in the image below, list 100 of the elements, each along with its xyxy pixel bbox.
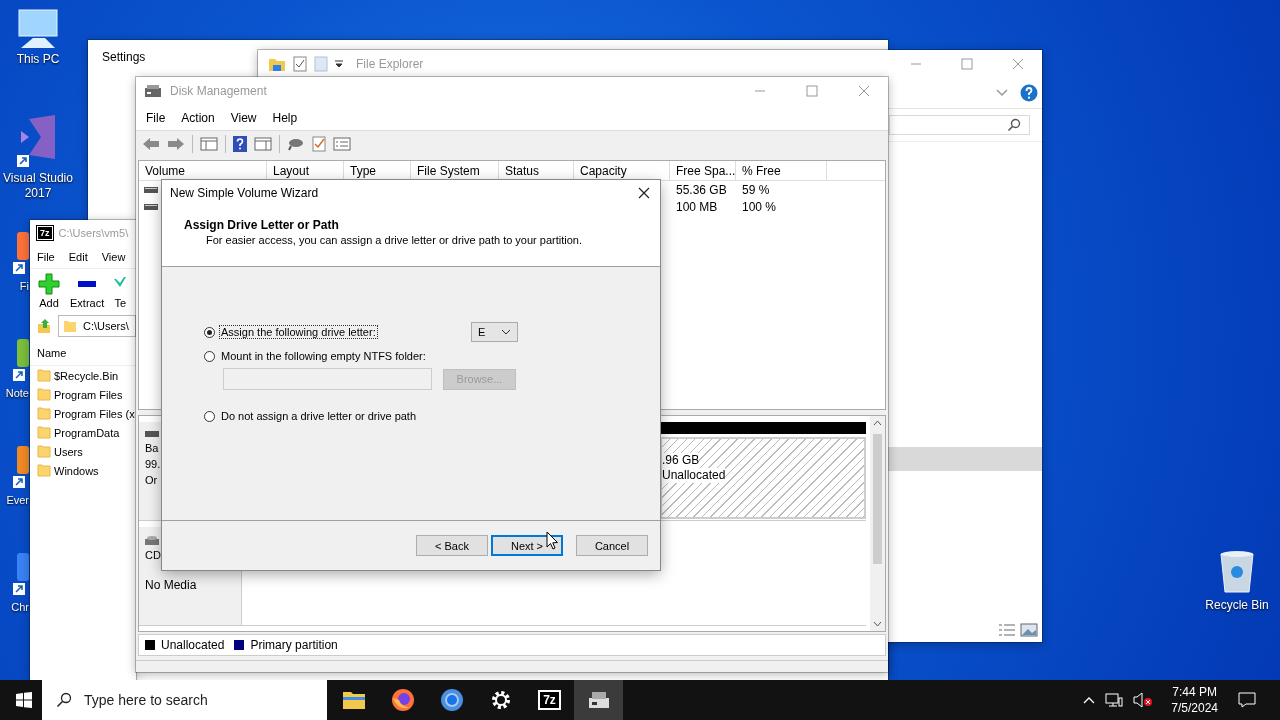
table-cell-text: 100 MB bbox=[675, 199, 719, 214]
disk-label: CD bbox=[145, 548, 161, 563]
help-icon[interactable] bbox=[1020, 84, 1038, 102]
checklist-icon[interactable] bbox=[312, 135, 326, 152]
folder-icon bbox=[37, 464, 51, 477]
menu-item[interactable]: Help bbox=[272, 110, 298, 125]
radio-button[interactable] bbox=[204, 326, 215, 338]
chevron-up-icon[interactable] bbox=[1083, 696, 1096, 704]
disk-label: Ba bbox=[145, 441, 159, 456]
menu-item[interactable]: Edit bbox=[68, 251, 88, 263]
file-name[interactable]: $Recycle.Bin bbox=[54, 369, 119, 382]
disk-label: No Media bbox=[145, 578, 197, 593]
scroll-up-icon[interactable] bbox=[873, 420, 882, 426]
file-name[interactable]: ProgramData bbox=[54, 426, 120, 439]
icon-label[interactable]: Visual Studio 2017 bbox=[3, 171, 73, 201]
forward-arrow-icon[interactable] bbox=[167, 136, 185, 151]
recycle-bin-icon[interactable] bbox=[1217, 548, 1257, 594]
window-title: File Explorer bbox=[356, 57, 424, 71]
notification-icon[interactable] bbox=[1238, 692, 1256, 708]
app-logo: 7z bbox=[538, 690, 561, 710]
up-folder-icon[interactable] bbox=[36, 318, 52, 334]
muted-speaker-icon[interactable] bbox=[1133, 692, 1154, 708]
icon-label[interactable]: Ever bbox=[6, 494, 29, 506]
drive-icon bbox=[144, 84, 162, 98]
table-cell-text: 55.36 GB bbox=[675, 182, 728, 197]
table-cell-text: 100 % bbox=[741, 199, 778, 214]
column-header[interactable]: % Free bbox=[736, 161, 827, 180]
clock-time[interactable]: 7:44 PM bbox=[1172, 684, 1217, 700]
column-header[interactable]: Free Spa... bbox=[670, 161, 736, 180]
close-icon[interactable] bbox=[638, 187, 650, 199]
folder-icon bbox=[63, 319, 77, 333]
windows-logo-icon[interactable] bbox=[16, 692, 32, 708]
file-name[interactable]: Program Files bbox=[54, 388, 123, 401]
address-field[interactable]: C:\Users\ bbox=[58, 315, 136, 337]
search-icon bbox=[56, 692, 72, 708]
plus-icon[interactable] bbox=[38, 273, 60, 295]
search-icon bbox=[1007, 118, 1021, 132]
window-title: Disk Management bbox=[170, 84, 267, 98]
scrollbar[interactable] bbox=[870, 416, 885, 631]
monitor-icon[interactable] bbox=[15, 8, 61, 50]
menu-item[interactable]: File bbox=[37, 251, 55, 263]
file-name[interactable]: Program Files (x bbox=[54, 407, 135, 420]
folder-icon bbox=[341, 690, 366, 710]
clock-date[interactable]: 7/5/2024 bbox=[1171, 700, 1218, 716]
search-field[interactable] bbox=[889, 115, 1030, 135]
taskbar-app[interactable] bbox=[574, 680, 623, 720]
file-name[interactable]: Users bbox=[54, 445, 83, 458]
help-icon[interactable] bbox=[233, 135, 247, 152]
dialog-title: New Simple Volume Wizard bbox=[170, 186, 319, 200]
drive-letter-dropdown[interactable]: E bbox=[471, 322, 518, 342]
pane-icon[interactable] bbox=[200, 136, 218, 151]
taskbar-app[interactable]: 7z bbox=[525, 680, 574, 720]
folder-icon[interactable] bbox=[268, 56, 286, 72]
dialog-button[interactable]: Cancel bbox=[576, 535, 648, 556]
menu-item[interactable]: View bbox=[101, 251, 126, 263]
shortcut-icon[interactable] bbox=[13, 444, 29, 490]
toolbar-label[interactable]: Te bbox=[114, 297, 127, 309]
drive-icon bbox=[586, 690, 611, 710]
option-label[interactable]: Assign the following drive letter: bbox=[219, 325, 378, 339]
radio-button[interactable] bbox=[204, 410, 215, 422]
shortcut-icon[interactable] bbox=[13, 337, 29, 383]
icon-label[interactable]: Note bbox=[5, 387, 29, 399]
firefox-icon bbox=[390, 688, 415, 712]
icon-label[interactable]: Recycle Bin bbox=[1202, 598, 1272, 613]
menu-item[interactable]: Action bbox=[181, 110, 215, 125]
thumbnail-view-icon[interactable] bbox=[1020, 623, 1038, 637]
wizard-heading: Assign Drive Letter or Path bbox=[184, 218, 340, 232]
folder-icon bbox=[37, 445, 51, 458]
menu-item[interactable]: File bbox=[146, 110, 166, 125]
back-arrow-icon[interactable] bbox=[142, 136, 160, 151]
menu-item[interactable]: View bbox=[230, 110, 257, 125]
pane-icon[interactable] bbox=[254, 136, 272, 151]
icon-label[interactable]: Chr bbox=[11, 601, 29, 613]
icon-label[interactable]: Fi bbox=[19, 280, 29, 292]
toolbar-label[interactable]: Add bbox=[39, 297, 59, 309]
scroll-down-icon[interactable] bbox=[873, 621, 882, 627]
partition-status: Unallocated bbox=[662, 468, 726, 483]
cd-drive-icon bbox=[145, 535, 159, 545]
option-label[interactable]: Mount in the following empty NTFS folder: bbox=[219, 349, 428, 363]
file-name[interactable]: Windows bbox=[54, 464, 99, 477]
disk-label: Or bbox=[145, 473, 158, 488]
radio-button[interactable] bbox=[204, 350, 215, 362]
chevron-icon[interactable] bbox=[996, 89, 1008, 97]
checklist-icon[interactable] bbox=[293, 56, 307, 72]
chrome-icon bbox=[439, 688, 464, 712]
icon-label[interactable]: This PC bbox=[3, 52, 73, 67]
dialog-button[interactable]: Next > bbox=[491, 535, 563, 556]
shortcut-icon[interactable] bbox=[13, 230, 29, 276]
folder-icon bbox=[37, 407, 51, 420]
network-icon[interactable] bbox=[1105, 692, 1124, 708]
volume-icon bbox=[144, 202, 158, 211]
dialog-button[interactable]: < Back bbox=[416, 535, 488, 556]
option-label[interactable]: Do not assign a drive letter or drive path bbox=[219, 409, 419, 423]
toolbar-label[interactable]: Extract bbox=[70, 297, 105, 309]
cursor-icon bbox=[546, 531, 559, 550]
caret-icon[interactable] bbox=[335, 60, 343, 68]
window-title: Settings bbox=[101, 49, 147, 64]
search-field[interactable]: Type here to search bbox=[42, 680, 327, 720]
shortcut-icon[interactable] bbox=[13, 551, 29, 597]
window-title: C:\Users\vm5\ bbox=[58, 227, 129, 239]
